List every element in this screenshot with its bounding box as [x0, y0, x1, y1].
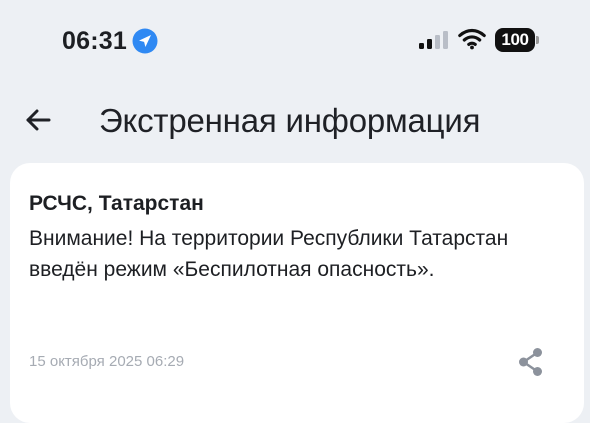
share-button[interactable] — [515, 346, 545, 378]
share-icon — [519, 348, 542, 376]
battery-icon: 100 — [495, 28, 541, 52]
battery-level: 100 — [501, 30, 529, 49]
alert-message: Внимание! На территории Республики Татар… — [29, 227, 509, 281]
status-bar: 06:31 100 — [0, 0, 590, 82]
page-title: Экстренная информация — [99, 102, 481, 139]
battery-tip — [536, 36, 539, 44]
emergency-alert-card: РСЧС, Татарстан Внимание! На территории … — [10, 163, 584, 423]
back-button[interactable] — [18, 98, 62, 142]
alert-sender: РСЧС, Татарстан — [29, 192, 204, 215]
wifi-icon — [458, 28, 486, 50]
arrow-left-icon — [26, 109, 51, 131]
header: Экстренная информация — [0, 90, 590, 154]
alert-timestamp: 15 октября 2025 06:29 — [29, 353, 185, 370]
signal-strength-icon — [419, 31, 448, 49]
status-time: 06:31 — [62, 27, 127, 55]
location-arrow-icon — [132, 28, 158, 54]
